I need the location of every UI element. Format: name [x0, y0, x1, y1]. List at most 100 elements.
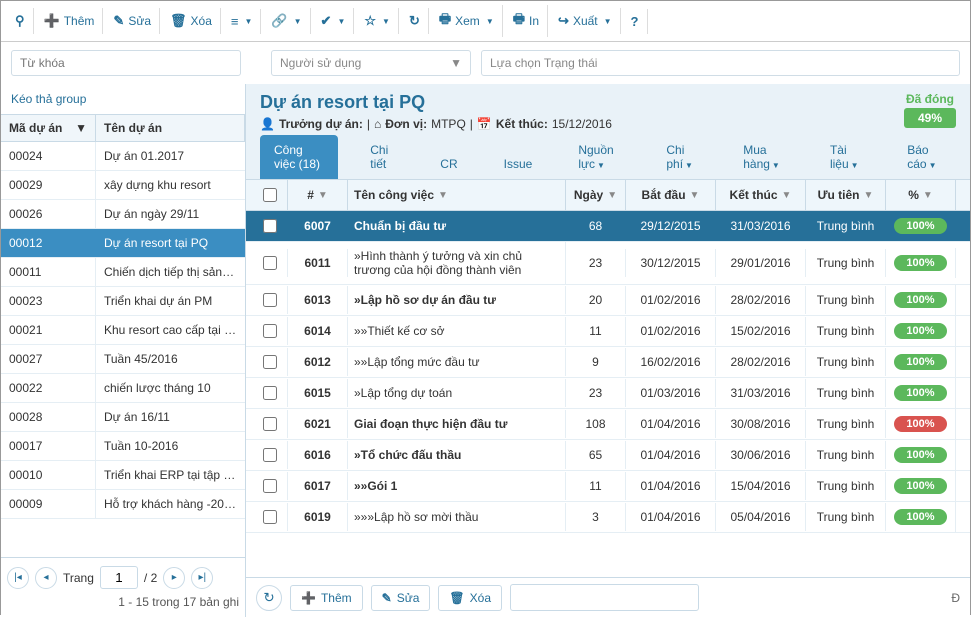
refresh-grid-button[interactable]: ↻: [256, 585, 282, 611]
edit-button[interactable]: ✎Sửa: [105, 8, 160, 34]
project-row[interactable]: 00028Dự án 16/11: [1, 403, 245, 432]
row-checkbox[interactable]: [263, 219, 277, 233]
select-all-checkbox[interactable]: [263, 188, 277, 202]
export-dropdown[interactable]: ↪Xuất▼: [550, 8, 621, 34]
task-row[interactable]: 6014»»Thiết kế cơ sở1101/02/201615/02/20…: [246, 316, 970, 347]
row-name: Khu resort cao cấp tại Vũng: [96, 316, 245, 344]
project-row[interactable]: 00027Tuần 45/2016: [1, 345, 245, 374]
project-row[interactable]: 00024Dự án 01.2017: [1, 142, 245, 171]
col-start[interactable]: Bắt đầu▼: [626, 180, 716, 210]
filter-icon[interactable]: ▼: [923, 190, 933, 201]
edit-task-button[interactable]: ✎Sửa: [371, 585, 431, 611]
page-next[interactable]: ▸: [163, 567, 185, 589]
pager: |◂ ◂ Trang / 2 ▸ ▸| 1 - 15 trong 17 bản …: [1, 557, 245, 617]
col-end[interactable]: Kết thúc▼: [716, 180, 806, 210]
row-checkbox[interactable]: [263, 479, 277, 493]
delete-task-button[interactable]: 🗑Xóa: [438, 585, 502, 611]
col-project-id[interactable]: Mã dự án▼: [1, 115, 96, 141]
view-dropdown[interactable]: 🖶Xem▼: [431, 5, 503, 37]
col-priority[interactable]: Ưu tiên▼: [806, 180, 886, 210]
row-name: Triển khai ERP tại tập đoàn: [96, 461, 245, 489]
project-row[interactable]: 00022chiến lược tháng 10: [1, 374, 245, 403]
print-button[interactable]: 🖶In: [505, 5, 548, 37]
bottom-toolbar: ↻ ➕Thêm ✎Sửa 🗑Xóa Đ: [246, 577, 970, 617]
filter-icon[interactable]: ▼: [607, 190, 617, 201]
group-drop-area[interactable]: Kéo thả group: [1, 84, 245, 115]
tab-cr[interactable]: CR: [426, 149, 471, 179]
row-id: 00022: [1, 374, 96, 402]
row-checkbox[interactable]: [263, 293, 277, 307]
row-checkbox[interactable]: [263, 510, 277, 524]
page-input[interactable]: [100, 566, 138, 589]
row-id: 00017: [1, 432, 96, 460]
row-checkbox[interactable]: [263, 256, 277, 270]
filter-icon[interactable]: ▼: [782, 190, 792, 201]
project-row[interactable]: 00023Triển khai dự án PM: [1, 287, 245, 316]
project-row[interactable]: 00021Khu resort cao cấp tại Vũng: [1, 316, 245, 345]
cell-name: »»Thiết kế cơ sở: [348, 317, 566, 345]
status-select[interactable]: Lựa chọn Trạng thái: [481, 50, 960, 76]
project-row[interactable]: 00012Dự án resort tại PQ: [1, 229, 245, 258]
task-row[interactable]: 6012»»Lập tổng mức đầu tư916/02/201628/0…: [246, 347, 970, 378]
tab-work[interactable]: Công việc (18): [260, 135, 338, 179]
col-project-name[interactable]: Tên dự án: [96, 115, 245, 141]
row-checkbox[interactable]: [263, 324, 277, 338]
row-checkbox[interactable]: [263, 448, 277, 462]
refresh-button[interactable]: ↻: [401, 8, 429, 34]
cell-percent: 100%: [886, 248, 956, 278]
task-row[interactable]: 6015»Lập tổng dự toán2301/03/201631/03/2…: [246, 378, 970, 409]
task-row[interactable]: 6011»Hình thành ý tưởng và xin chủ trươn…: [246, 242, 970, 285]
binoculars-icon[interactable]: ⚲: [7, 8, 34, 34]
col-task-name[interactable]: Tên công việc▼: [348, 180, 566, 210]
delete-button[interactable]: 🗑Xóa: [162, 8, 221, 34]
col-days[interactable]: Ngày▼: [566, 180, 626, 210]
page-prev[interactable]: ◂: [35, 567, 57, 589]
filter-icon[interactable]: ▼: [75, 121, 87, 135]
add-task-button[interactable]: ➕Thêm: [290, 585, 363, 611]
tab-detail[interactable]: Chi tiết: [356, 135, 408, 179]
keyword-input[interactable]: [11, 50, 241, 76]
task-row[interactable]: 6019»»»Lập hồ sơ mời thầu301/04/201605/0…: [246, 502, 970, 533]
row-name: Hỗ trợ khách hàng -2016: [96, 490, 245, 518]
cell-end: 29/01/2016: [716, 249, 806, 277]
cell-num: 6013: [288, 286, 348, 314]
task-row[interactable]: 6016»Tổ chức đấu thầu6501/04/201630/06/2…: [246, 440, 970, 471]
task-row[interactable]: 6017»»Gói 11101/04/201615/04/2016Trung b…: [246, 471, 970, 502]
col-number[interactable]: #▼: [288, 180, 348, 210]
filter-icon[interactable]: ▼: [438, 190, 448, 201]
tab-cost[interactable]: Chi phí▼: [652, 135, 711, 179]
project-row[interactable]: 00009Hỗ trợ khách hàng -2016: [1, 490, 245, 519]
tab-report[interactable]: Báo cáo▼: [893, 135, 956, 179]
help-button[interactable]: ?: [623, 9, 648, 34]
tab-issue[interactable]: Issue: [490, 149, 547, 179]
link-dropdown[interactable]: 🔗▼: [263, 8, 310, 34]
page-first[interactable]: |◂: [7, 567, 29, 589]
bottom-input[interactable]: [510, 584, 699, 611]
tab-resource[interactable]: Nguồn lực▼: [564, 135, 634, 179]
tab-purchase[interactable]: Mua hàng▼: [729, 135, 798, 179]
tab-doc[interactable]: Tài liệu▼: [816, 135, 875, 179]
task-row[interactable]: 6007Chuẩn bị đầu tư6829/12/201531/03/201…: [246, 211, 970, 242]
page-last[interactable]: ▸|: [191, 567, 213, 589]
menu-dropdown[interactable]: ≡▼: [223, 9, 262, 34]
cell-end: 30/08/2016: [716, 410, 806, 438]
filter-icon[interactable]: ▼: [864, 190, 874, 201]
row-checkbox[interactable]: [263, 386, 277, 400]
task-row[interactable]: 6021Giai đoạn thực hiện đầu tư10801/04/2…: [246, 409, 970, 440]
user-select[interactable]: Người sử dụng▼: [271, 50, 471, 76]
task-row[interactable]: 6013»Lập hồ sơ dự án đầu tư2001/02/20162…: [246, 285, 970, 316]
col-percent[interactable]: %▼: [886, 180, 956, 210]
project-row[interactable]: 00026Dự án ngày 29/11: [1, 200, 245, 229]
check-dropdown[interactable]: ✔▼: [313, 8, 355, 34]
row-checkbox[interactable]: [263, 355, 277, 369]
filter-icon[interactable]: ▼: [690, 190, 700, 201]
cell-start: 29/12/2015: [626, 212, 716, 240]
star-dropdown[interactable]: ☆▼: [356, 8, 399, 34]
filter-icon[interactable]: ▼: [318, 190, 328, 201]
project-row[interactable]: 00010Triển khai ERP tại tập đoàn: [1, 461, 245, 490]
project-row[interactable]: 00029xây dựng khu resort: [1, 171, 245, 200]
project-row[interactable]: 00011Chiến dịch tiếp thị sản phẩm: [1, 258, 245, 287]
add-button[interactable]: ➕Thêm: [36, 8, 104, 34]
project-row[interactable]: 00017Tuần 10-2016: [1, 432, 245, 461]
row-checkbox[interactable]: [263, 417, 277, 431]
